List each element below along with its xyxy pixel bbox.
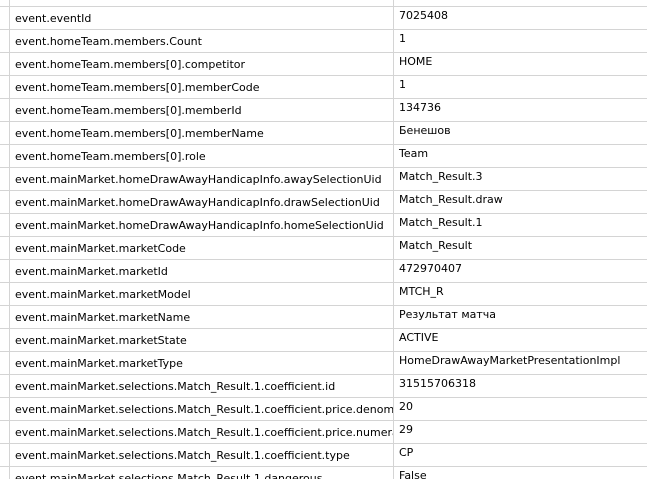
value-cell[interactable]: 472970407: [394, 260, 647, 282]
value-cell[interactable]: HOME: [394, 53, 647, 75]
row-gutter-cell[interactable]: [0, 53, 10, 75]
value-cell[interactable]: Результат матча: [394, 306, 647, 328]
grid-rows: event.eventId 7025408 event.homeTeam.membe…: [0, 7, 647, 479]
key-cell[interactable]: event.mainMarket.selections.Match_Result…: [10, 398, 394, 420]
table-row[interactable]: event.homeTeam.members[0].memberCode 1: [0, 76, 647, 99]
table-row[interactable]: event.mainMarket.homeDrawAwayHandicapInf…: [0, 168, 647, 191]
table-row[interactable]: event.homeTeam.members[0].role Team: [0, 145, 647, 168]
key-cell[interactable]: event.mainMarket.marketState: [10, 329, 394, 351]
key-cell[interactable]: event.mainMarket.homeDrawAwayHandicapInf…: [10, 168, 394, 190]
key-cell[interactable]: event.mainMarket.selections.Match_Result…: [10, 421, 394, 443]
value-cell[interactable]: False: [394, 467, 647, 479]
row-gutter-cell[interactable]: [0, 329, 10, 351]
value-cell[interactable]: 31515706318: [394, 375, 647, 397]
row-gutter-cell[interactable]: [0, 76, 10, 98]
value-cell[interactable]: HomeDrawAwayMarketPresentationImpl: [394, 352, 647, 374]
grid-top-row: [0, 0, 647, 7]
key-cell[interactable]: event.mainMarket.marketCode: [10, 237, 394, 259]
table-row[interactable]: event.mainMarket.marketType HomeDrawAwayM…: [0, 352, 647, 375]
table-row[interactable]: event.mainMarket.selections.Match_Result…: [0, 398, 647, 421]
table-row[interactable]: event.mainMarket.marketState ACTIVE: [0, 329, 647, 352]
row-gutter-cell[interactable]: [0, 306, 10, 328]
value-cell[interactable]: CP: [394, 444, 647, 466]
key-cell[interactable]: event.mainMarket.marketType: [10, 352, 394, 374]
key-cell[interactable]: event.mainMarket.marketModel: [10, 283, 394, 305]
row-gutter-cell[interactable]: [0, 398, 10, 420]
value-cell[interactable]: 20: [394, 398, 647, 420]
value-cell[interactable]: ACTIVE: [394, 329, 647, 351]
row-gutter-cell[interactable]: [0, 122, 10, 144]
row-gutter-cell[interactable]: [0, 214, 10, 236]
row-gutter-cell[interactable]: [0, 421, 10, 443]
row-gutter-cell[interactable]: [0, 283, 10, 305]
key-cell[interactable]: event.mainMarket.marketName: [10, 306, 394, 328]
value-cell[interactable]: 7025408: [394, 7, 647, 29]
value-cell[interactable]: MTCH_R: [394, 283, 647, 305]
row-gutter-cell[interactable]: [0, 352, 10, 374]
row-gutter-cell[interactable]: [0, 375, 10, 397]
row-gutter-cell[interactable]: [0, 7, 10, 29]
table-row[interactable]: event.mainMarket.marketId 472970407: [0, 260, 647, 283]
value-cell[interactable]: Team: [394, 145, 647, 167]
value-cell[interactable]: Match_Result: [394, 237, 647, 259]
table-row[interactable]: event.mainMarket.marketCode Match_Result: [0, 237, 647, 260]
value-cell[interactable]: 1: [394, 30, 647, 52]
row-gutter-cell[interactable]: [0, 444, 10, 466]
row-gutter-cell[interactable]: [0, 237, 10, 259]
row-gutter-cell[interactable]: [0, 145, 10, 167]
key-cell[interactable]: event.mainMarket.selections.Match_Result…: [10, 444, 394, 466]
value-cell[interactable]: Бенешов: [394, 122, 647, 144]
table-row[interactable]: event.homeTeam.members[0].competitor HOME: [0, 53, 647, 76]
row-gutter-cell[interactable]: [0, 30, 10, 52]
table-row[interactable]: event.mainMarket.selections.Match_Result…: [0, 375, 647, 398]
key-cell[interactable]: event.homeTeam.members.Count: [10, 30, 394, 52]
table-row[interactable]: event.mainMarket.selections.Match_Result…: [0, 444, 647, 467]
table-row[interactable]: event.mainMarket.marketModel MTCH_R: [0, 283, 647, 306]
row-gutter-cell[interactable]: [0, 191, 10, 213]
key-cell[interactable]: event.homeTeam.members[0].memberName: [10, 122, 394, 144]
key-value-grid: event.eventId 7025408 event.homeTeam.membe…: [0, 0, 647, 479]
table-row[interactable]: event.homeTeam.members[0].memberId 134736: [0, 99, 647, 122]
value-cell[interactable]: Match_Result.draw: [394, 191, 647, 213]
row-gutter: [0, 0, 10, 7]
key-cell[interactable]: event.mainMarket.homeDrawAwayHandicapInf…: [10, 191, 394, 213]
key-cell[interactable]: event.mainMarket.selections.Match_Result…: [10, 467, 394, 479]
row-gutter-cell[interactable]: [0, 467, 10, 479]
key-cell[interactable]: event.eventId: [10, 7, 394, 29]
key-cell[interactable]: event.mainMarket.selections.Match_Result…: [10, 375, 394, 397]
value-cell[interactable]: Match_Result.3: [394, 168, 647, 190]
table-row[interactable]: event.mainMarket.homeDrawAwayHandicapInf…: [0, 191, 647, 214]
table-row[interactable]: event.mainMarket.marketName Результат мат…: [0, 306, 647, 329]
value-cell[interactable]: 1: [394, 76, 647, 98]
table-row[interactable]: event.mainMarket.selections.Match_Result…: [0, 421, 647, 444]
key-cell[interactable]: event.mainMarket.homeDrawAwayHandicapInf…: [10, 214, 394, 236]
value-cell[interactable]: 134736: [394, 99, 647, 121]
value-cell[interactable]: 29: [394, 421, 647, 443]
key-cell[interactable]: event.homeTeam.members[0].memberId: [10, 99, 394, 121]
table-row[interactable]: event.homeTeam.members[0].memberName Бене…: [0, 122, 647, 145]
row-gutter-cell[interactable]: [0, 260, 10, 282]
key-cell[interactable]: event.homeTeam.members[0].role: [10, 145, 394, 167]
table-row[interactable]: event.mainMarket.selections.Match_Result…: [0, 467, 647, 479]
table-row[interactable]: event.eventId 7025408: [0, 7, 647, 30]
value-cell[interactable]: Match_Result.1: [394, 214, 647, 236]
row-gutter-cell[interactable]: [0, 168, 10, 190]
table-row[interactable]: event.homeTeam.members.Count 1: [0, 30, 647, 53]
table-row[interactable]: event.mainMarket.homeDrawAwayHandicapInf…: [0, 214, 647, 237]
row-gutter-cell[interactable]: [0, 99, 10, 121]
key-cell[interactable]: event.mainMarket.marketId: [10, 260, 394, 282]
key-column: [10, 0, 394, 7]
key-cell[interactable]: event.homeTeam.members[0].memberCode: [10, 76, 394, 98]
key-cell[interactable]: event.homeTeam.members[0].competitor: [10, 53, 394, 75]
